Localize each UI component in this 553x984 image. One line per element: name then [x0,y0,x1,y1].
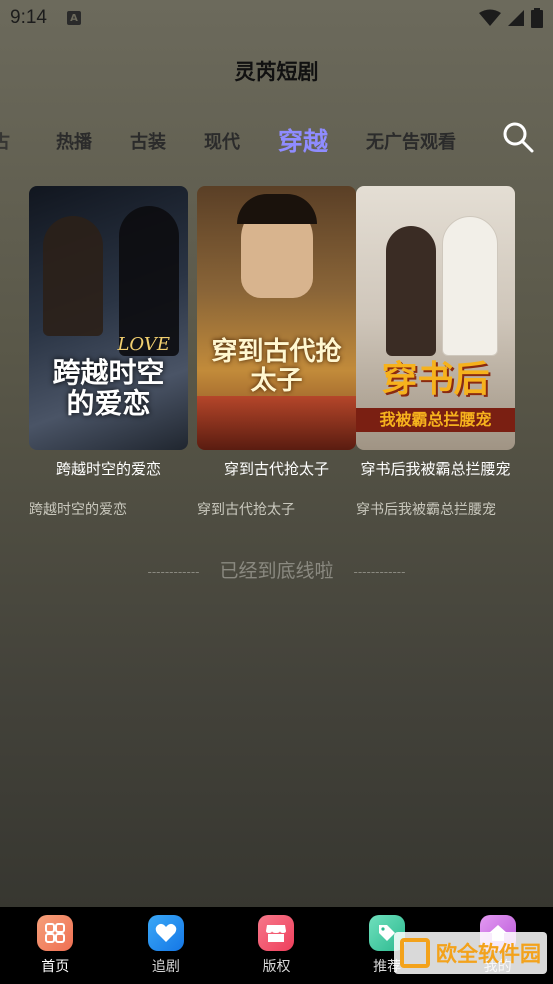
nav-copyright[interactable]: 版权 [221,907,332,984]
status-bar: 9:14 A [0,0,553,36]
signal-icon [508,10,524,26]
status-icons [479,8,543,28]
store-icon [258,915,295,951]
grid-icon [37,915,74,951]
watermark-logo-icon [400,938,430,968]
drama-card[interactable]: 穿书后 我被霸总拦腰宠 穿书后我被霸总拦腰宠 穿书后我被霸总拦腰宠 [356,186,515,518]
tab-modern[interactable]: 现代 [204,128,240,154]
app-title: 灵芮短剧 [234,60,319,84]
list-end-indicator: ------------ 已经到底线啦 ------------ [0,556,553,583]
watermark-text: 欧全软件园 [436,942,541,966]
poster-title: 跨越时空的爱恋 [52,356,165,420]
tab-no-ads[interactable]: 无广告观看 [366,128,456,154]
nav-home[interactable]: 首页 [0,907,111,984]
drama-title[interactable]: 穿书后我被霸总拦腰宠 [356,458,515,479]
drama-subtitle: 跨越时空的爱恋 [29,502,127,518]
poster-image[interactable]: 穿书后 我被霸总拦腰宠 [356,186,515,450]
heart-icon [147,915,184,951]
tab-partial[interactable]: 古 [0,128,10,154]
status-time: 9:14 [10,7,47,28]
battery-icon [531,8,543,28]
poster-subtitle: 我被霸总拦腰宠 [356,408,515,432]
drama-card[interactable]: LOVE 跨越时空的爱恋 跨越时空的爱恋 跨越时空的爱恋 [29,186,188,518]
drama-card[interactable]: 穿到古代抢太子 穿到古代抢太子 穿到古代抢太子 [197,186,356,518]
divider-right: ------------ [353,564,406,579]
nav-label: 版权 [262,959,291,975]
tab-costume[interactable]: 古装 [130,128,166,154]
tab-hot[interactable]: 热播 [56,128,92,154]
search-icon[interactable] [501,120,535,154]
wifi-icon [479,9,501,26]
poster-title: 穿到古代抢太子 [211,337,342,396]
nav-label: 追剧 [151,959,180,975]
poster-image[interactable]: LOVE 跨越时空的爱恋 [29,186,188,450]
watermark: 欧全软件园 [394,932,547,974]
drama-subtitle: 穿书后我被霸总拦腰宠 [356,502,496,518]
notification-icon: A [66,11,81,25]
list-end-text: 已经到底线啦 [219,560,334,582]
divider-left: ------------ [147,564,200,579]
drama-title[interactable]: 跨越时空的爱恋 [29,458,188,479]
poster-image[interactable]: 穿到古代抢太子 [197,186,356,450]
tab-time-travel[interactable]: 穿越 [278,122,328,158]
drama-title[interactable]: 穿到古代抢太子 [197,458,356,479]
category-tabs: 古 热播 古装 现代 穿越 无广告观看 [0,118,553,160]
nav-following[interactable]: 追剧 [111,907,222,984]
poster-title: 穿书后 [381,359,490,400]
nav-label: 首页 [41,959,70,975]
poster-tag: LOVE [117,334,170,355]
drama-subtitle: 穿到古代抢太子 [197,502,295,518]
